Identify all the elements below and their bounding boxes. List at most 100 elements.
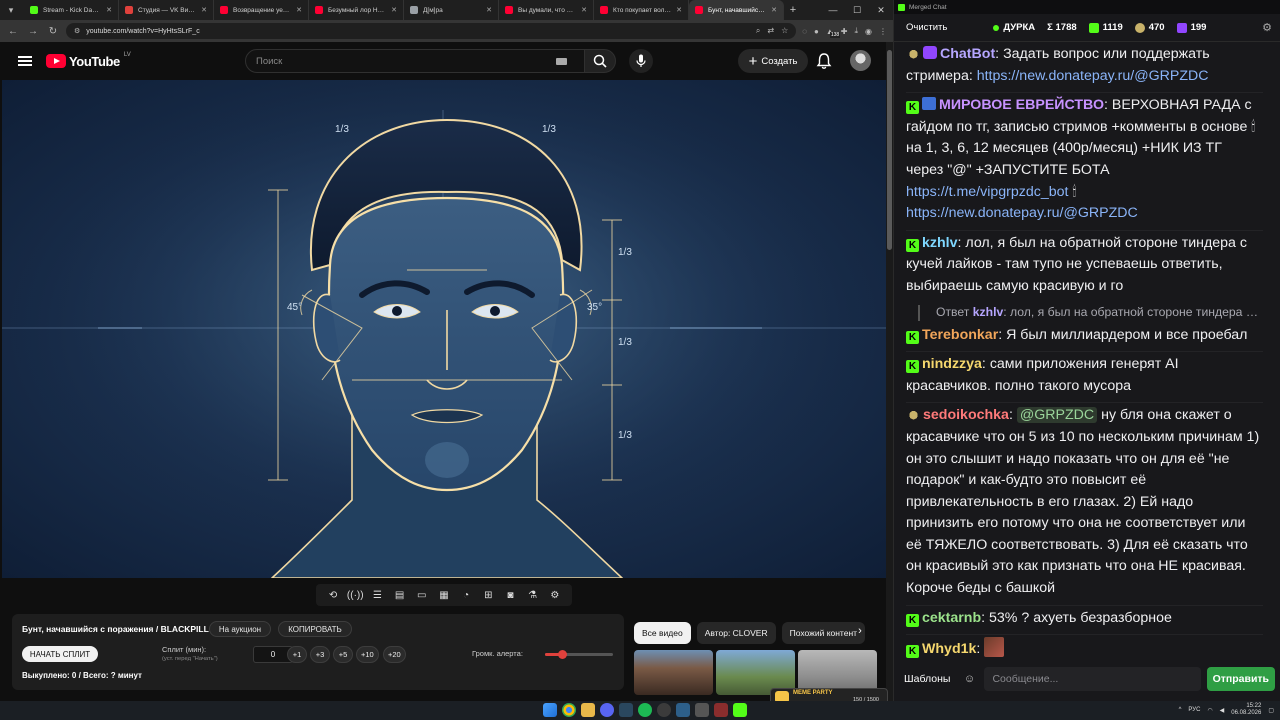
browser-tab[interactable]: Безумный лор Никон...✕ xyxy=(309,0,404,20)
browser-tab-active[interactable]: Бунт, начавшийся... ✕ xyxy=(689,0,784,20)
chat-link[interactable]: https://t.me/vipgrpzdc_bot xyxy=(906,184,1068,200)
chrome-icon[interactable] xyxy=(562,703,576,717)
menu-dots-icon[interactable]: ⋮ xyxy=(879,27,887,36)
chat-username[interactable]: Whyd1k xyxy=(922,641,976,657)
camera-icon[interactable]: ◙ xyxy=(504,589,517,601)
picture-in-picture-icon[interactable]: ▭ xyxy=(415,589,428,601)
forward-icon[interactable]: → xyxy=(26,26,40,37)
video-thumbnail[interactable] xyxy=(634,650,713,695)
clock[interactable]: 15:22 06.08.2026 xyxy=(1231,703,1261,717)
chip-author[interactable]: Автор: CLOVER xyxy=(696,622,776,644)
browser-tab[interactable]: Вы думали, что ловит...✕ xyxy=(499,0,594,20)
close-icon[interactable]: ✕ xyxy=(201,6,207,14)
chip-all-videos[interactable]: Все видео xyxy=(634,622,691,644)
extension-icon[interactable]: ● xyxy=(814,27,819,36)
close-icon[interactable]: ✕ xyxy=(581,6,587,14)
playlist-settings-icon[interactable]: ☰ xyxy=(371,589,384,601)
youtube-logo[interactable]: YouTube LV xyxy=(46,52,131,69)
send-button[interactable]: Отправить xyxy=(1206,667,1275,691)
chat-mention[interactable]: @GRPZDC xyxy=(1016,407,1098,424)
start-split-button[interactable]: НАЧАТЬ СПЛИТ xyxy=(22,646,98,662)
minimize-icon[interactable]: — xyxy=(821,5,845,15)
speedometer-icon[interactable]: ◔ xyxy=(460,589,473,601)
discord-icon[interactable] xyxy=(600,703,614,717)
chat-username[interactable]: cektarnb xyxy=(922,610,981,626)
close-icon[interactable]: ✕ xyxy=(106,6,112,14)
chat-username[interactable]: ChatBot xyxy=(940,46,995,62)
increment-button[interactable]: +3 xyxy=(310,646,330,663)
keyboard-icon[interactable] xyxy=(556,57,567,65)
close-icon[interactable]: ✕ xyxy=(486,6,492,14)
scrollbar-thumb[interactable] xyxy=(887,50,892,250)
increment-button[interactable]: +10 xyxy=(356,646,379,663)
browser-tab[interactable]: Д[м]ра ✕ xyxy=(404,0,499,20)
film-strip-icon[interactable]: ▦ xyxy=(437,589,450,601)
voice-search-button[interactable] xyxy=(629,49,653,73)
chat-username[interactable]: sedoikochka xyxy=(923,407,1009,423)
bookmark-star-icon[interactable]: ☆ xyxy=(781,26,788,36)
chat-username[interactable]: МИРОВОЕ ЕВРЕЙСТВО xyxy=(939,97,1104,113)
tray-expand-icon[interactable]: ^ xyxy=(1179,707,1182,713)
site-info-icon[interactable]: ⚙ xyxy=(74,27,80,35)
close-icon[interactable]: ✕ xyxy=(676,6,682,14)
alert-volume-slider[interactable] xyxy=(545,650,613,659)
search-input[interactable] xyxy=(256,55,546,67)
app-icon[interactable] xyxy=(695,703,709,717)
gear-icon[interactable]: ⚙ xyxy=(1262,21,1272,34)
clapper-icon[interactable]: ▤ xyxy=(393,589,406,601)
create-button[interactable]: + Создать xyxy=(738,49,808,73)
obs-icon[interactable] xyxy=(657,703,671,717)
spotify-icon[interactable] xyxy=(638,703,652,717)
broadcast-icon[interactable]: ((·)) xyxy=(347,589,364,601)
search-button[interactable] xyxy=(584,49,616,73)
video-player[interactable]: 1/3 1/3 1/3 1/3 1/3 45° 35° xyxy=(2,80,886,578)
auction-button[interactable]: На аукцион xyxy=(209,621,271,637)
chat-username[interactable]: kzhlv xyxy=(922,235,957,251)
extension-icon[interactable]: ▲138 xyxy=(826,27,841,38)
puzzle-icon[interactable]: ✚ xyxy=(841,27,848,36)
notifications-bell-icon[interactable] xyxy=(815,52,833,70)
reload-icon[interactable]: ↻ xyxy=(46,26,60,37)
chat-link[interactable]: https://new.donatepay.ru/@GRPZDC xyxy=(906,205,1138,221)
close-icon[interactable]: ✕ xyxy=(391,6,397,14)
zoom-icon[interactable]: ⌕ xyxy=(756,26,760,36)
chat-message-input[interactable] xyxy=(992,673,1193,685)
chat-username[interactable]: Terebonkar xyxy=(922,327,998,343)
close-icon[interactable]: ✕ xyxy=(771,6,777,14)
browser-tab[interactable]: Stream - Kick Dashboard✕ xyxy=(24,0,119,20)
download-icon[interactable]: ⤓ xyxy=(854,26,858,36)
translate-icon[interactable]: ⇄ xyxy=(767,26,774,36)
chat-username[interactable]: nindzzya xyxy=(922,356,982,372)
emoji-icon[interactable]: ☺ xyxy=(960,670,978,688)
volume-icon[interactable]: ◀ xyxy=(1220,707,1225,714)
clear-button[interactable]: Очистить xyxy=(902,19,951,36)
increment-button[interactable]: +5 xyxy=(333,646,353,663)
page-scrollbar[interactable] xyxy=(886,42,893,702)
steam-icon[interactable] xyxy=(619,703,633,717)
new-tab-button[interactable]: + xyxy=(784,4,802,16)
browser-tab[interactable]: Студия — VK Видео | ...✕ xyxy=(119,0,214,20)
app-icon[interactable] xyxy=(676,703,690,717)
chat-link[interactable]: https://new.donatepay.ru/@GRPZDC xyxy=(977,68,1209,84)
hamburger-menu-icon[interactable] xyxy=(18,56,32,66)
app-icon[interactable] xyxy=(714,703,728,717)
language-indicator[interactable]: РУС xyxy=(1188,707,1200,713)
avatar[interactable] xyxy=(850,50,871,71)
gear-icon[interactable]: ⚙ xyxy=(548,589,561,601)
close-icon[interactable]: ✕ xyxy=(296,6,302,14)
folder-icon[interactable] xyxy=(581,703,595,717)
increment-button[interactable]: +20 xyxy=(383,646,406,663)
add-box-icon[interactable]: ⊞ xyxy=(482,589,495,601)
extension-icon[interactable]: ◌ xyxy=(802,27,807,36)
maximize-icon[interactable]: ☐ xyxy=(845,5,869,16)
increment-button[interactable]: +1 xyxy=(287,646,307,663)
flask-icon[interactable]: ⚗ xyxy=(526,589,539,601)
close-icon[interactable]: ✕ xyxy=(869,5,893,16)
templates-button[interactable]: Шаблоны xyxy=(900,673,954,685)
browser-tab[interactable]: Кто покупает волосы...✕ xyxy=(594,0,689,20)
loop-icon[interactable]: ⟲ xyxy=(327,589,340,601)
copy-button[interactable]: КОПИРОВАТЬ xyxy=(278,621,352,637)
back-icon[interactable]: ← xyxy=(6,26,20,37)
url-field[interactable]: ⚙ youtube.com/watch?v=HyHtsSLrF_c ⌕ ⇄ ☆ xyxy=(66,23,797,39)
tab-search-icon[interactable]: ▾ xyxy=(4,3,18,17)
